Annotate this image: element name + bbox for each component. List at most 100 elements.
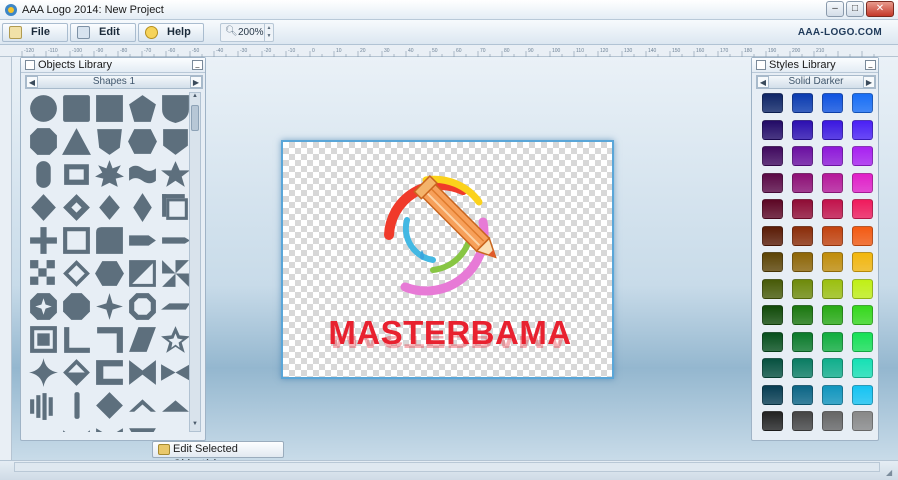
shape-hexagon[interactable] xyxy=(93,257,126,290)
style-swatch[interactable] xyxy=(852,172,873,193)
scroll-up-icon[interactable]: ▲ xyxy=(190,93,200,103)
shape-rounded-square[interactable] xyxy=(60,92,93,125)
style-swatch[interactable] xyxy=(762,199,783,219)
style-swatch[interactable] xyxy=(822,358,843,378)
shape-bar-vertical[interactable] xyxy=(60,389,93,422)
style-swatch[interactable] xyxy=(852,199,873,219)
style-swatch[interactable] xyxy=(822,384,843,405)
shape-square-ring[interactable] xyxy=(27,323,60,356)
shape-star-5[interactable] xyxy=(159,158,192,191)
edit-selected-button[interactable]: Edit Selected Object(s) xyxy=(152,441,284,470)
file-menu-button[interactable]: File xyxy=(2,23,68,42)
shape-square[interactable] xyxy=(93,92,126,125)
panel-minimize-button[interactable]: _ xyxy=(192,60,203,70)
style-swatch[interactable] xyxy=(792,225,813,246)
shape-octagon-2[interactable] xyxy=(60,290,93,323)
shape-star-outline[interactable] xyxy=(159,323,192,356)
shape-hexagon-rounded[interactable] xyxy=(126,125,159,158)
style-swatch[interactable] xyxy=(852,93,873,113)
shape-octagon[interactable] xyxy=(27,125,60,158)
shape-bowtie[interactable] xyxy=(126,356,159,389)
shape-octagon-frame[interactable] xyxy=(126,290,159,323)
style-swatch[interactable] xyxy=(852,119,873,140)
style-swatch[interactable] xyxy=(822,225,843,246)
shape-bowtie-2[interactable] xyxy=(159,356,192,389)
shape-diamond-cut[interactable] xyxy=(60,191,93,224)
shape-octagon-star[interactable] xyxy=(27,290,60,323)
style-swatch[interactable] xyxy=(792,278,813,299)
brand-link[interactable]: AAA-LOGO.COM xyxy=(798,27,882,38)
shape-square-rotated[interactable] xyxy=(60,356,93,389)
style-swatch[interactable] xyxy=(762,384,783,405)
shape-bracket[interactable] xyxy=(93,356,126,389)
style-swatch[interactable] xyxy=(852,384,873,405)
style-swatch[interactable] xyxy=(762,119,783,140)
style-swatch[interactable] xyxy=(852,331,873,352)
zoom-field[interactable]: 🔍︎ 200% ▲ ▼ xyxy=(220,23,274,42)
shape-chevron-down[interactable] xyxy=(27,422,60,432)
style-swatch[interactable] xyxy=(762,252,783,272)
style-swatch[interactable] xyxy=(792,146,813,166)
zoom-spinner[interactable]: ▲ ▼ xyxy=(264,24,273,41)
shape-chevron-up-2[interactable] xyxy=(159,389,192,422)
shape-star-burst[interactable] xyxy=(93,158,126,191)
shape-shield-2[interactable] xyxy=(159,125,192,158)
shape-oval-vertical[interactable] xyxy=(27,158,60,191)
style-swatch[interactable] xyxy=(822,252,843,272)
shape-wave[interactable] xyxy=(126,158,159,191)
objects-scrollbar[interactable]: ▲ ▼ xyxy=(189,92,201,432)
style-swatch[interactable] xyxy=(852,411,873,431)
style-swatch[interactable] xyxy=(792,252,813,272)
shape-chevron-down-3[interactable] xyxy=(159,422,192,432)
shape-pinwheel[interactable] xyxy=(159,257,192,290)
style-swatch[interactable] xyxy=(792,331,813,352)
style-swatch[interactable] xyxy=(762,305,783,325)
scroll-thumb[interactable] xyxy=(191,105,199,131)
shape-triangle[interactable] xyxy=(60,125,93,158)
shape-diamond-round[interactable] xyxy=(93,191,126,224)
shape-arrow-right[interactable] xyxy=(126,224,159,257)
style-swatch[interactable] xyxy=(822,278,843,299)
shape-bars[interactable] xyxy=(27,389,60,422)
shape-pentagon[interactable] xyxy=(126,92,159,125)
shape-square-layered[interactable] xyxy=(159,191,192,224)
shape-frame-square-2[interactable] xyxy=(60,224,93,257)
help-menu-button[interactable]: Help xyxy=(138,23,204,42)
style-swatch[interactable] xyxy=(822,146,843,166)
style-swatch[interactable] xyxy=(852,146,873,166)
shape-star-4-curved[interactable] xyxy=(27,356,60,389)
style-swatch[interactable] xyxy=(792,384,813,405)
style-swatch[interactable] xyxy=(792,411,813,431)
shape-star-4[interactable] xyxy=(93,290,126,323)
horizontal-scrollbar[interactable] xyxy=(14,462,880,472)
minimize-button[interactable]: – xyxy=(826,1,844,17)
maximize-button[interactable]: □ xyxy=(846,1,864,17)
style-swatch[interactable] xyxy=(852,225,873,246)
shape-corner-bracket[interactable] xyxy=(93,323,126,356)
shape-parallelogram-2[interactable] xyxy=(126,323,159,356)
style-swatch[interactable] xyxy=(762,331,783,352)
shape-parallelogram[interactable] xyxy=(159,290,192,323)
style-swatch[interactable] xyxy=(762,225,783,246)
next-style-button[interactable]: ▶ xyxy=(863,76,875,88)
style-swatch[interactable] xyxy=(762,93,783,113)
next-category-button[interactable]: ▶ xyxy=(190,76,202,88)
shape-badge[interactable] xyxy=(93,125,126,158)
style-swatch[interactable] xyxy=(822,331,843,352)
style-swatch[interactable] xyxy=(792,93,813,113)
style-swatch[interactable] xyxy=(822,305,843,325)
shape-double-chevron[interactable] xyxy=(93,422,126,432)
style-swatch[interactable] xyxy=(762,146,783,166)
style-swatch[interactable] xyxy=(792,119,813,140)
style-swatch[interactable] xyxy=(822,411,843,431)
shape-square-diagonal[interactable] xyxy=(126,257,159,290)
shape-diamond-2[interactable] xyxy=(126,191,159,224)
style-swatch[interactable] xyxy=(852,305,873,325)
shape-arrow-right-2[interactable] xyxy=(159,224,192,257)
style-swatch[interactable] xyxy=(822,199,843,219)
style-swatch[interactable] xyxy=(762,278,783,299)
shape-chevron-up[interactable] xyxy=(126,389,159,422)
style-swatch[interactable] xyxy=(792,305,813,325)
close-button[interactable]: ✕ xyxy=(866,1,894,17)
style-swatch[interactable] xyxy=(762,411,783,431)
